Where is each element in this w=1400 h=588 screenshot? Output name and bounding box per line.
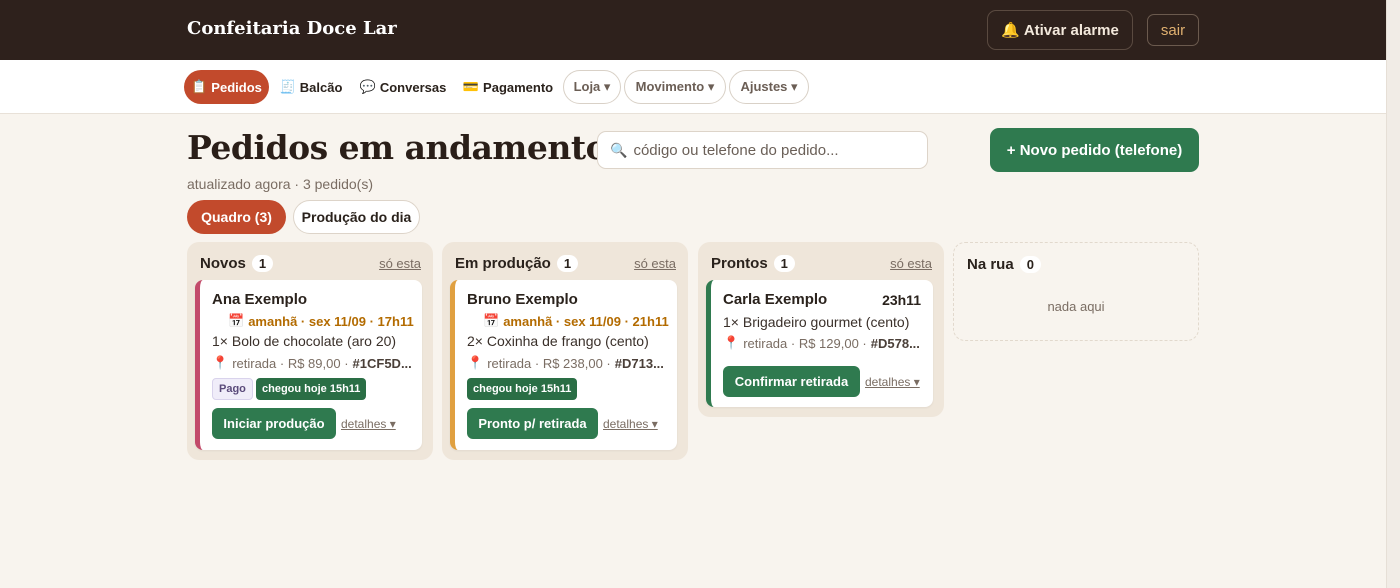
column-count: 0 — [1019, 256, 1041, 273]
pickup-time: 23h11 — [882, 292, 921, 308]
order-meta: 📍 retirada · R$ 238,00 · #D713... — [467, 355, 664, 371]
customer-name: Ana Exemplo — [212, 291, 308, 308]
confirm-pickup-button[interactable]: Confirmar retirada — [723, 366, 860, 397]
empty-column-message: nada aqui — [1047, 299, 1105, 314]
order-meta: 📍 retirada · R$ 129,00 · #D578... — [723, 335, 920, 351]
order-card[interactable]: Carla Exemplo 23h11 1× Brigadeiro gourme… — [706, 280, 933, 407]
details-toggle[interactable]: detalhes ▾ — [603, 417, 658, 431]
column-count: 1 — [251, 255, 274, 272]
search-icon: 🔍 — [610, 141, 628, 158]
order-card[interactable]: Ana Exemplo 📅 amanhã · sex 11/09 · 17h11… — [195, 280, 422, 450]
column-title: Prontos — [711, 255, 768, 272]
main-nav: 📋 Pedidos 🧾 Balcão 💬 Conversas 💳 Pagamen… — [0, 60, 1386, 114]
only-this-column-link[interactable]: só esta — [379, 256, 421, 271]
order-code: #D578... — [870, 335, 920, 351]
location-pin-icon: 📍 — [212, 355, 229, 370]
arrival-badge: chegou hoje 15h11 — [256, 378, 367, 400]
order-meta: 📍 retirada · R$ 89,00 · #1CF5D... — [212, 355, 412, 371]
view-tab-board[interactable]: Quadro (3) — [187, 200, 286, 234]
nav-tab-pagamento[interactable]: 💳 Pagamento — [460, 70, 556, 104]
page-subtitle: atualizado agora · 3 pedido(s) — [187, 176, 374, 192]
logout-button[interactable]: sair — [1147, 14, 1199, 46]
details-toggle[interactable]: detalhes ▾ — [865, 375, 920, 389]
pickup-date: 📅 amanhã · sex 11/09 · 21h11 — [483, 313, 669, 329]
order-item: 2× Coxinha de frango (cento) — [467, 333, 649, 349]
pickup-date: 📅 amanhã · sex 11/09 · 17h11 — [228, 313, 414, 329]
arrival-badge: chegou hoje 15h11 — [467, 378, 578, 400]
pickup-date-text: amanhã · sex 11/09 · 21h11 — [503, 313, 669, 329]
bell-icon: 🔔 — [1001, 22, 1020, 39]
order-meta-text: retirada · R$ 129,00 · — [743, 335, 867, 351]
customer-name: Carla Exemplo — [723, 291, 828, 308]
order-item: 1× Bolo de chocolate (aro 20) — [212, 333, 397, 349]
activate-alarm-button[interactable]: 🔔 Ativar alarme — [987, 10, 1133, 50]
nav-dropdown-loja[interactable]: Loja ▾ — [563, 70, 621, 104]
column-header: Em produção 1 — [455, 255, 579, 272]
start-production-button[interactable]: Iniciar produção — [212, 408, 336, 439]
nav-tab-label: Conversas — [379, 79, 447, 95]
column-em-producao: Em produção 1 só esta Bruno Exemplo 📅 am… — [442, 242, 688, 460]
nav-tab-balcao[interactable]: 🧾 Balcão — [276, 70, 346, 104]
details-toggle[interactable]: detalhes ▾ — [341, 417, 396, 431]
customer-name: Bruno Exemplo — [467, 291, 578, 308]
column-header: Na rua 0 — [967, 256, 1041, 273]
nav-tab-label: Pedidos — [211, 79, 262, 95]
nav-tab-conversas[interactable]: 💬 Conversas — [356, 70, 450, 104]
speech-bubble-icon: 💬 — [359, 79, 376, 94]
nav-tab-label: Pagamento — [483, 79, 554, 95]
page-scrollbar[interactable] — [1386, 0, 1400, 588]
column-header: Novos 1 — [200, 255, 274, 272]
location-pin-icon: 📍 — [723, 335, 740, 350]
order-code: #1CF5D... — [352, 355, 412, 371]
column-title: Em produção — [455, 255, 551, 272]
calendar-icon: 📅 — [483, 313, 500, 328]
order-item: 1× Brigadeiro gourmet (cento) — [723, 314, 910, 330]
column-title: Novos — [200, 255, 246, 272]
nav-dropdown-ajustes[interactable]: Ajustes ▾ — [729, 70, 809, 104]
nav-dropdown-movimento[interactable]: Movimento ▾ — [624, 70, 726, 104]
column-header: Prontos 1 — [711, 255, 795, 272]
brand-name: Confeitaria Doce Lar — [187, 18, 397, 39]
view-tab-production[interactable]: Produção do dia — [293, 200, 420, 234]
new-phone-order-button[interactable]: + Novo pedido (telefone) — [990, 128, 1199, 172]
column-title: Na rua — [967, 256, 1014, 273]
only-this-column-link[interactable]: só esta — [634, 256, 676, 271]
order-card[interactable]: Bruno Exemplo 📅 amanhã · sex 11/09 · 21h… — [450, 280, 677, 450]
location-pin-icon: 📍 — [467, 355, 484, 370]
column-prontos: Prontos 1 só esta Carla Exemplo 23h11 1×… — [698, 242, 944, 417]
nav-tab-label: Balcão — [299, 79, 343, 95]
nav-tab-pedidos[interactable]: 📋 Pedidos — [184, 70, 269, 104]
clipboard-icon: 📋 — [191, 79, 208, 94]
order-search[interactable]: 🔍 — [597, 131, 928, 169]
only-this-column-link[interactable]: só esta — [890, 256, 932, 271]
column-count: 1 — [556, 255, 579, 272]
paid-badge: Pago — [212, 378, 253, 400]
page-title: Pedidos em andamento — [187, 128, 608, 167]
pickup-date-text: amanhã · sex 11/09 · 17h11 — [248, 313, 414, 329]
receipt-icon: 🧾 — [279, 79, 296, 94]
ready-for-pickup-button[interactable]: Pronto p/ retirada — [467, 408, 598, 439]
column-novos: Novos 1 só esta Ana Exemplo 📅 amanhã · s… — [187, 242, 433, 460]
calendar-icon: 📅 — [228, 313, 245, 328]
order-meta-text: retirada · R$ 238,00 · — [487, 355, 611, 371]
activate-alarm-label: Ativar alarme — [1023, 21, 1119, 39]
order-code: #D713... — [614, 355, 664, 371]
order-search-input[interactable] — [633, 141, 914, 159]
top-header: Confeitaria Doce Lar 🔔 Ativar alarme sai… — [0, 0, 1386, 60]
column-count: 1 — [773, 255, 795, 272]
order-meta-text: retirada · R$ 89,00 · — [232, 355, 349, 371]
credit-card-icon: 💳 — [462, 79, 480, 94]
column-na-rua: Na rua 0 nada aqui — [953, 242, 1199, 341]
